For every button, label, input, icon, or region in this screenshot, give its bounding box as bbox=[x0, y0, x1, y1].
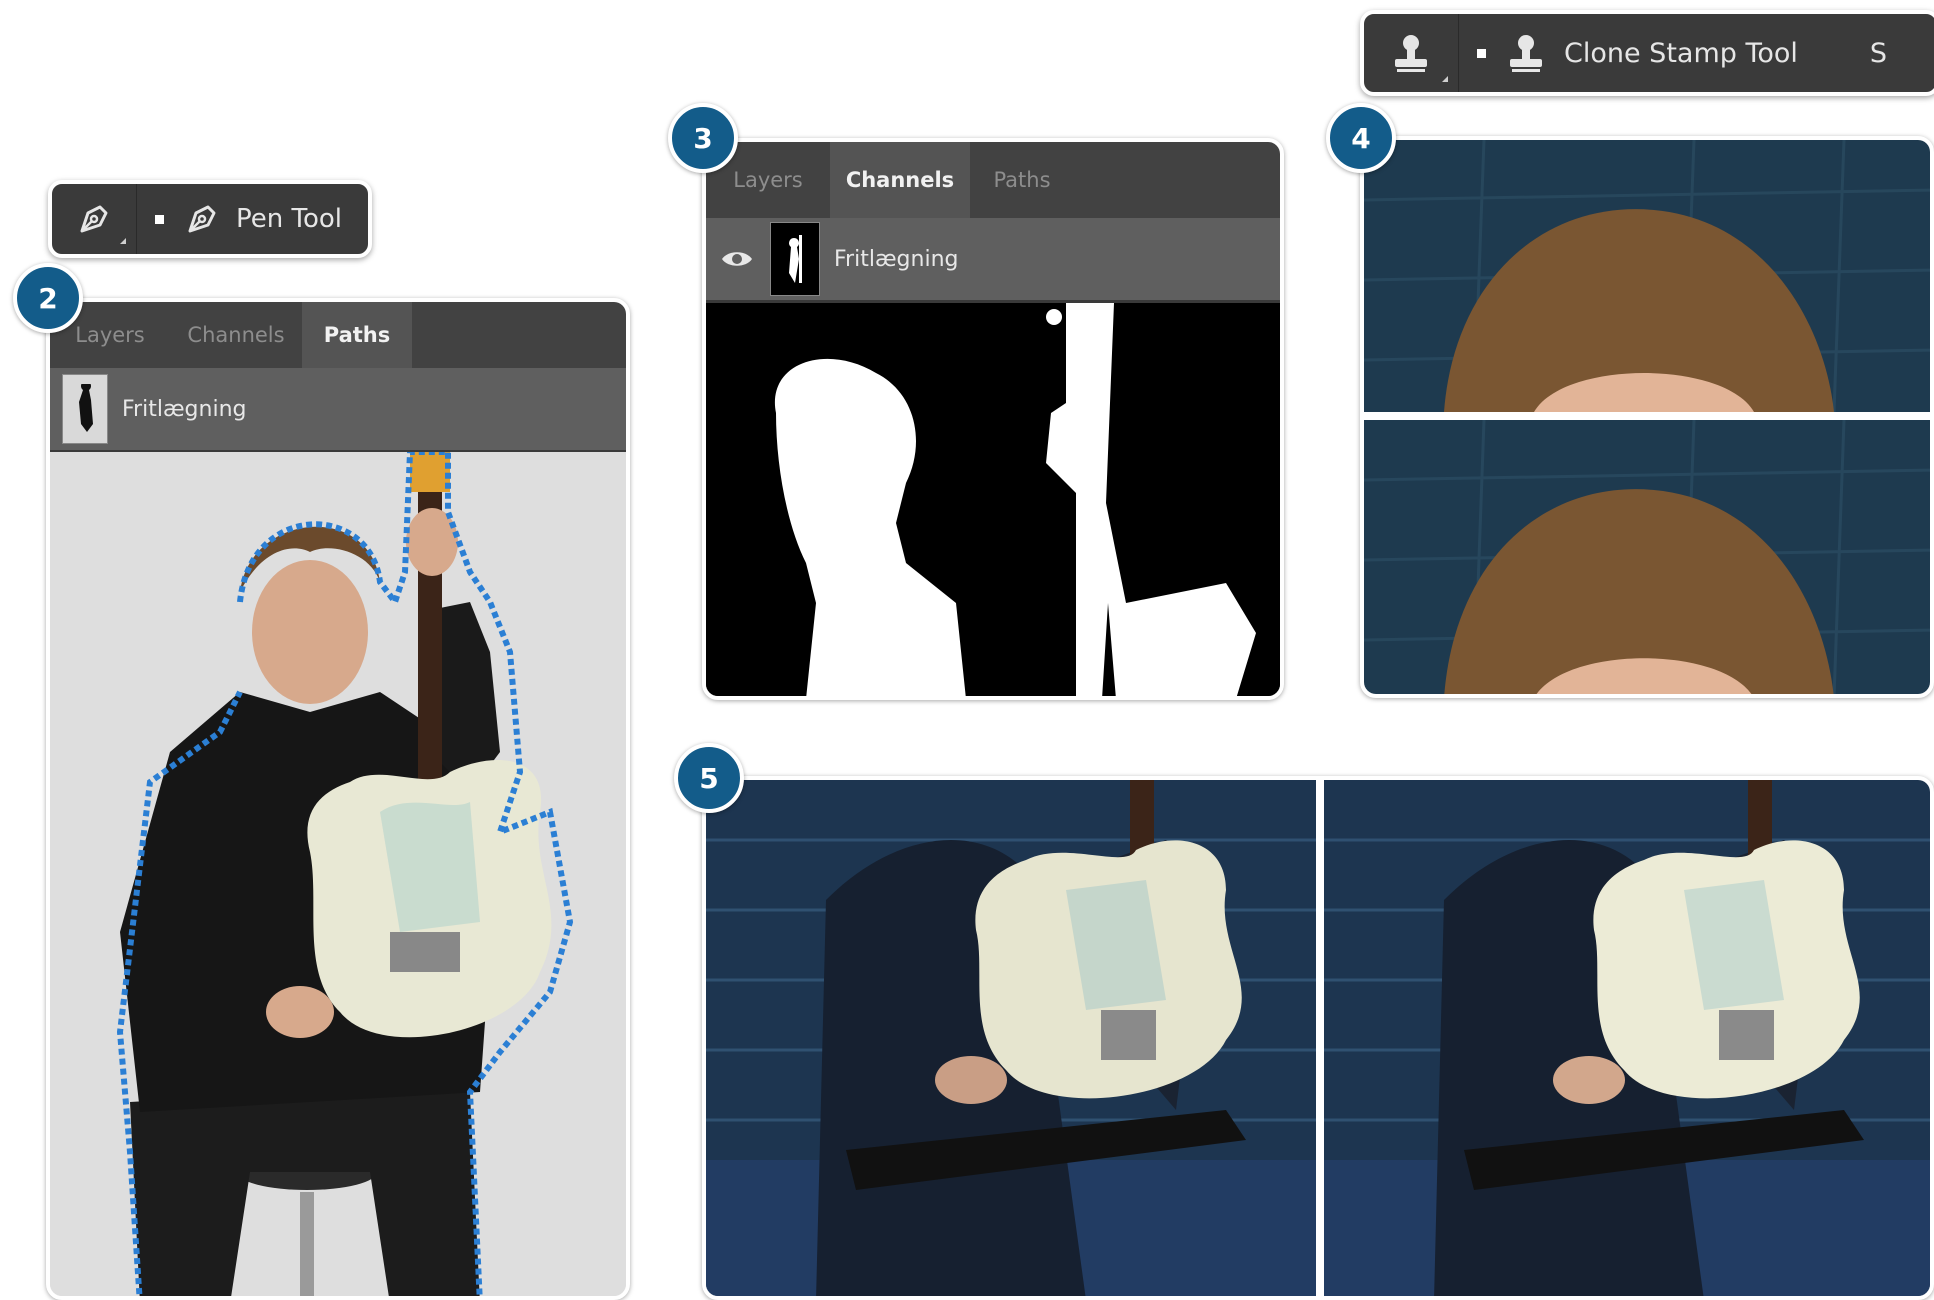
panel-tabs: Layers Channels Paths bbox=[706, 142, 1280, 218]
submenu-corner-icon bbox=[1442, 76, 1448, 82]
clone-stamp-label: Clone Stamp Tool bbox=[1564, 37, 1798, 69]
step-badge-3: 3 bbox=[668, 103, 738, 173]
tab-paths[interactable]: Paths bbox=[302, 302, 412, 368]
channel-mask-preview bbox=[706, 303, 1280, 696]
path-item[interactable]: Fritlægning bbox=[50, 368, 626, 452]
tab-channels[interactable]: Channels bbox=[830, 142, 970, 218]
clone-stamp-shortcut: S bbox=[1869, 37, 1888, 69]
channels-panel: Layers Channels Paths Fritlægning bbox=[702, 138, 1284, 700]
step-badge-2: 2 bbox=[13, 263, 83, 333]
pen-tool-button[interactable] bbox=[52, 184, 137, 254]
clone-stamp-toolbar[interactable]: Clone Stamp Tool S bbox=[1360, 10, 1934, 96]
hair-comparison-panel bbox=[1360, 136, 1934, 698]
guitarist-photo bbox=[50, 452, 626, 1296]
paths-panel: Layers Channels Paths Fritlægning bbox=[46, 298, 630, 1300]
pen-tool-label: Pen Tool bbox=[236, 204, 342, 234]
tab-paths[interactable]: Paths bbox=[970, 142, 1074, 218]
active-square-icon bbox=[155, 214, 164, 224]
active-square-icon bbox=[1477, 48, 1486, 58]
submenu-corner-icon bbox=[120, 238, 126, 244]
step-badge-4: 4 bbox=[1326, 103, 1396, 173]
final-comparison-panel bbox=[702, 776, 1934, 1300]
final-right-photo bbox=[1324, 780, 1930, 1296]
silhouette-icon bbox=[79, 384, 93, 432]
silhouette-icon bbox=[789, 235, 802, 283]
clone-stamp-tool-button[interactable] bbox=[1364, 14, 1459, 92]
final-before-after-photos bbox=[706, 780, 1930, 1296]
path-selection-photo bbox=[50, 452, 626, 1296]
channel-item-label: Fritlægning bbox=[834, 246, 959, 272]
pen-icon bbox=[188, 205, 216, 233]
step-badge-5: 5 bbox=[674, 743, 744, 813]
path-item-label: Fritlægning bbox=[122, 396, 247, 422]
mask-image bbox=[706, 303, 1280, 696]
final-left-photo bbox=[706, 780, 1316, 1296]
channel-thumbnail bbox=[770, 222, 820, 296]
channel-item[interactable]: Fritlægning bbox=[706, 218, 1280, 303]
panel-tabs: Layers Channels Paths bbox=[50, 302, 626, 368]
pen-tool-toolbar[interactable]: Pen Tool bbox=[48, 180, 372, 258]
hair-before-after-photos bbox=[1364, 140, 1930, 694]
tab-channels[interactable]: Channels bbox=[170, 302, 302, 368]
clone-stamp-icon bbox=[1510, 35, 1542, 72]
path-thumbnail bbox=[62, 374, 108, 444]
eye-icon[interactable] bbox=[720, 248, 756, 270]
pen-icon bbox=[80, 205, 108, 233]
clone-stamp-icon bbox=[1395, 35, 1427, 72]
